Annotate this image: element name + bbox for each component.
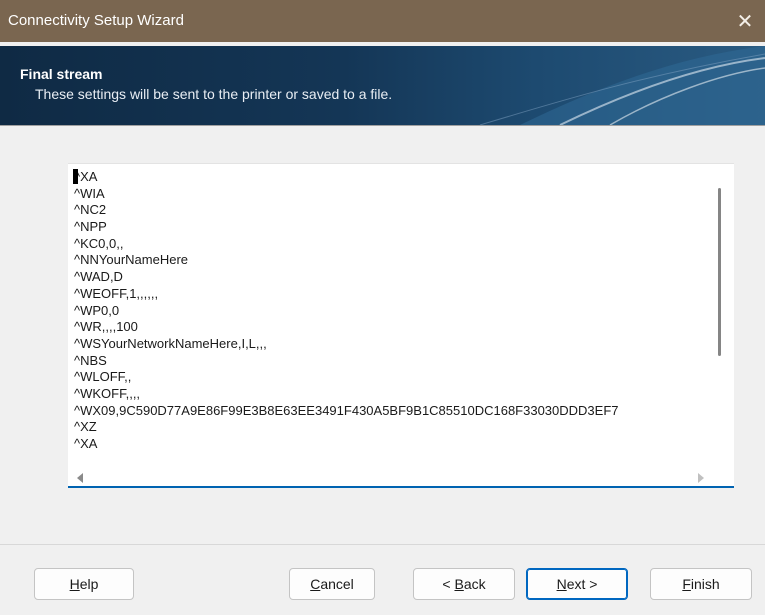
- stream-line: ^XA: [74, 169, 98, 184]
- stream-content: ^XA ^WIA ^NC2 ^NPP ^KC0,0,, ^NNYourNameHere ^W…: [74, 169, 714, 477]
- stream-line: ^NC2: [74, 202, 107, 218]
- stream-line: ^WKOFF,,,,: [74, 385, 141, 401]
- close-button[interactable]: ✕: [725, 0, 765, 42]
- cancel-mnemonic: C: [310, 576, 321, 592]
- finish-label: inish: [690, 576, 720, 592]
- stream-line: ^XZ: [74, 419, 97, 435]
- next-label: ext >: [566, 576, 598, 592]
- help-mnemonic: H: [69, 576, 80, 592]
- close-icon: ✕: [736, 10, 754, 33]
- page-title: Final stream: [20, 66, 103, 82]
- stream-line: ^WLOFF,,: [74, 369, 132, 385]
- text-caret: [73, 169, 78, 184]
- stream-line: ^NNYourNameHere: [74, 252, 188, 268]
- stream-line: ^WIA: [74, 185, 105, 201]
- stream-line: ^WP0,0: [74, 302, 120, 318]
- scroll-right-arrow-icon[interactable]: [698, 473, 704, 483]
- cancel-label: ancel: [320, 576, 354, 592]
- page-subtitle: These settings will be sent to the print…: [35, 86, 393, 102]
- help-button[interactable]: Help: [34, 568, 134, 600]
- stream-line: ^XA: [74, 436, 98, 451]
- stream-line: ^WEOFF,1,,,,,,: [74, 285, 159, 301]
- back-prefix: <: [442, 576, 455, 592]
- stream-line: ^KC0,0,,: [74, 235, 124, 251]
- vertical-scrollbar-thumb[interactable]: [718, 188, 721, 356]
- wizard-window: Connectivity Setup Wizard ✕ Final stream…: [0, 0, 765, 615]
- title-bar: Connectivity Setup Wizard ✕: [0, 0, 765, 42]
- back-label: ack: [463, 576, 486, 592]
- stream-line: ^NBS: [74, 352, 107, 368]
- help-label: elp: [79, 576, 99, 592]
- stream-line: ^WX09,9C590D77A9E86F99E3B8E63EE3491F430A…: [74, 402, 619, 418]
- back-button[interactable]: < Back: [413, 568, 515, 600]
- stream-line: ^NPP: [74, 219, 107, 235]
- back-mnemonic: B: [454, 576, 464, 592]
- next-button[interactable]: Next >: [526, 568, 628, 600]
- header-divider: [0, 125, 765, 126]
- next-mnemonic: N: [556, 576, 567, 592]
- stream-line: ^WR,,,,100: [74, 319, 138, 335]
- finish-button[interactable]: Finish: [650, 568, 752, 600]
- scroll-left-arrow-icon[interactable]: [77, 473, 83, 483]
- finish-mnemonic: F: [682, 576, 691, 592]
- header-banner: Final stream These settings will be sent…: [0, 46, 765, 125]
- focus-underline: [68, 486, 734, 488]
- stream-line: ^WAD,D: [74, 269, 123, 285]
- stream-line: ^WSYourNetworkNameHere,I,L,,,: [74, 335, 267, 351]
- window-title: Connectivity Setup Wizard: [8, 12, 184, 29]
- footer-divider: [0, 544, 765, 545]
- stream-text-area[interactable]: ^XA ^WIA ^NC2 ^NPP ^KC0,0,, ^NNYourNameHere ^W…: [68, 163, 734, 488]
- cancel-button[interactable]: Cancel: [289, 568, 375, 600]
